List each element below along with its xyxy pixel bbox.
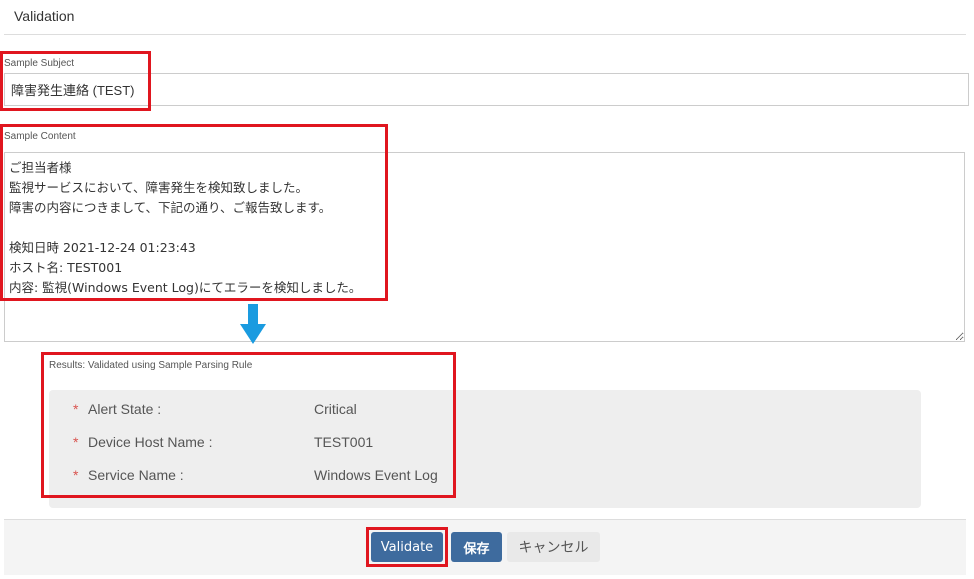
result-row-alert-state: * Alert State : Critical (49, 401, 921, 421)
sample-content-textarea[interactable]: ご担当者様 監視サービスにおいて、障害発生を検知致しました。 障害の内容につきま… (4, 152, 965, 342)
validate-button[interactable]: Validate (371, 532, 443, 562)
sample-subject-label: Sample Subject (4, 58, 75, 69)
title-divider (4, 34, 966, 35)
required-star: * (73, 434, 79, 450)
result-value: Windows Event Log (314, 467, 438, 483)
result-value: TEST001 (314, 434, 374, 450)
arrow-down-icon (240, 304, 266, 344)
result-key: Alert State : (88, 401, 162, 417)
sample-content-label: Sample Content (4, 131, 76, 142)
section-title: Validation (14, 8, 75, 24)
result-key: Service Name : (88, 467, 184, 483)
result-key: Device Host Name : (88, 434, 213, 450)
cancel-button[interactable]: キャンセル (507, 532, 600, 562)
required-star: * (73, 401, 79, 417)
required-star: * (73, 467, 79, 483)
sample-subject-input[interactable] (4, 73, 969, 106)
result-value: Critical (314, 401, 357, 417)
result-row-service-name: * Service Name : Windows Event Log (49, 467, 921, 487)
result-row-device-host-name: * Device Host Name : TEST001 (49, 434, 921, 454)
save-button[interactable]: 保存 (451, 532, 502, 562)
results-label: Results: Validated using Sample Parsing … (49, 360, 253, 371)
results-panel: * Alert State : Critical * Device Host N… (49, 390, 921, 508)
validation-page: Validation Sample Subject Sample Content… (0, 0, 974, 579)
